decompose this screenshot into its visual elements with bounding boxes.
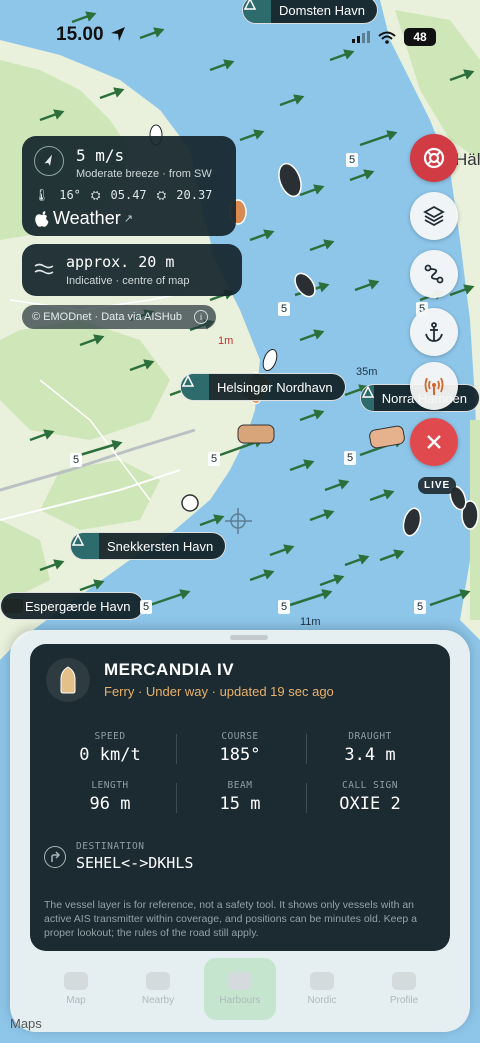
thermometer-icon: 🌡︎ (34, 188, 50, 202)
depth-label: 1m (218, 335, 234, 347)
bottom-sheet[interactable]: Map Nearby Harbours Nordic Profile MERCA… (10, 630, 470, 1032)
battery-indicator: 48 (404, 28, 436, 46)
wind-speed: 5 m/s (76, 146, 125, 165)
route-button[interactable] (410, 250, 458, 298)
wind-label: 5 (208, 452, 221, 466)
town-label: Hälsingborg (455, 150, 480, 169)
vessel-card[interactable]: MERCANDIA IV Ferry · Under way · updated… (30, 644, 450, 951)
layers-button[interactable] (410, 192, 458, 240)
stat-beam: BEAM 15 m (219, 780, 261, 814)
divider (176, 734, 177, 764)
sunrise-icon: ⛭ (90, 188, 101, 202)
harbour-icon (71, 533, 99, 559)
tab-profile[interactable]: Profile (368, 958, 440, 1020)
tab-map[interactable]: Map (40, 958, 112, 1020)
harbour-chip-snekkersten[interactable]: Snekkersten Havn (70, 532, 227, 560)
ais-layer-button[interactable] (410, 362, 458, 410)
wifi-icon (378, 31, 396, 44)
depth-value: approx. 20 m (66, 253, 175, 271)
wind-label: 5 (278, 302, 291, 316)
attribution-text: © EMODnet · Data via AISHub (32, 311, 182, 323)
maps-credit: Maps (10, 1016, 42, 1031)
safety-disclaimer: The vessel layer is for reference, not a… (44, 899, 417, 939)
layers-icon (423, 205, 445, 227)
status-bar: 15.00 48 (0, 20, 480, 50)
weather-card[interactable]: 5 m/s Moderate breeze · from SW 🌡︎ 16° ⛭ 0… (22, 136, 236, 236)
location-arrow-icon (111, 27, 125, 41)
emergency-button[interactable] (410, 134, 458, 182)
antenna-icon (424, 377, 444, 395)
stat-draught: DRAUGHT 3.4 m (344, 731, 396, 765)
wind-label: 5 (140, 600, 153, 614)
info-icon[interactable]: i (194, 310, 208, 324)
temperature: 16° (59, 188, 81, 202)
stat-call-sign: CALL SIGN OXIE 2 (339, 780, 401, 814)
destination-value: SEHEL<->DKHLS (76, 854, 194, 872)
divider (176, 783, 177, 813)
harbour-icon (361, 385, 375, 411)
weather-brand-label: Weather (53, 208, 121, 228)
compass-icon (34, 146, 64, 176)
divider (306, 734, 307, 764)
waves-icon (34, 263, 54, 275)
stat-length: LENGTH 96 m (89, 780, 131, 814)
tab-nordic[interactable]: Nordic (286, 958, 358, 1020)
wind-label: 5 (344, 451, 357, 465)
wind-label: 5 (414, 600, 427, 614)
close-button[interactable] (410, 418, 458, 466)
vessel-name: MERCANDIA IV (104, 660, 235, 679)
map-attribution[interactable]: © EMODnet · Data via AISHub i (22, 305, 216, 329)
depth-label: 11m (300, 616, 321, 628)
harbour-chip-espergaerde[interactable]: Espergærde Havn (0, 592, 144, 620)
harbour-chip-helsingor[interactable]: Helsingør Nordhavn (180, 373, 346, 401)
wind-label: 5 (346, 153, 359, 167)
turn-right-icon (44, 846, 66, 868)
ferry-icon (46, 658, 90, 702)
tab-harbours[interactable]: Harbours (204, 958, 276, 1020)
anchor-icon (425, 322, 443, 342)
divider (306, 783, 307, 813)
harbour-icon (181, 374, 209, 400)
wind-description: Moderate breeze · from SW (76, 168, 212, 180)
signal-icon (352, 31, 370, 43)
sunset-time: 20.37 (176, 188, 213, 202)
harbour-label: Espergærde Havn (25, 598, 131, 614)
apple-icon (35, 210, 49, 227)
weather-details: 🌡︎ 16° ⛭ 05.47 ⛭ 20.37 (34, 188, 212, 203)
tab-bar: Map Nearby Harbours Nordic Profile (40, 958, 440, 1028)
external-link-icon: ↗ (123, 213, 133, 225)
sunrise-time: 05.47 (110, 188, 147, 202)
harbour-label: Helsingør Nordhavn (217, 379, 333, 395)
route-icon (424, 264, 444, 284)
depth-label: 35m (356, 366, 378, 378)
wind-label: 5 (70, 453, 83, 467)
tab-nearby[interactable]: Nearby (122, 958, 194, 1020)
stat-course: COURSE 185° (219, 731, 261, 765)
stat-speed: SPEED 0 km/t (79, 731, 141, 765)
harbour-label: Snekkersten Havn (107, 538, 214, 554)
vessel-status: Ferry · Under way · updated 19 sec ago (104, 684, 334, 699)
anchor-button[interactable] (410, 308, 458, 356)
close-icon (427, 435, 441, 449)
status-icons: 48 (352, 28, 436, 46)
sheet-handle[interactable] (230, 635, 268, 640)
clock: 15.00 (56, 24, 104, 45)
wind-label: 5 (278, 600, 291, 614)
depth-card[interactable]: approx. 20 m Indicative · centre of map (22, 244, 242, 296)
lifering-icon (423, 147, 445, 169)
destination-label: DESTINATION (76, 841, 145, 852)
sunset-icon: ⛭ (156, 188, 167, 202)
live-badge: LIVE (418, 477, 457, 494)
weather-brand[interactable]: Weather ↗ (34, 208, 133, 229)
harbour-label: Domsten Havn (279, 2, 365, 18)
depth-subtitle: Indicative · centre of map (66, 275, 190, 287)
